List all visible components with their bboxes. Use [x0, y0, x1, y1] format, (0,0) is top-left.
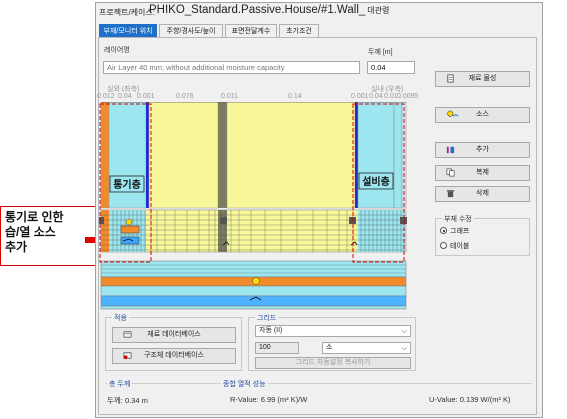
layer-board: [218, 102, 227, 208]
duplicate-button[interactable]: 복제: [435, 165, 530, 181]
thk-label: 0.14: [288, 93, 302, 100]
layer-air-gap-right: [357, 102, 395, 209]
tab-surface-coefficients[interactable]: 표면전달계수: [225, 24, 277, 37]
structure-database-label: 구조체 데이터베이스: [144, 352, 204, 359]
r-value: R-Value: 6.99 (m² K)/W: [230, 395, 308, 404]
layer-insulation-1: [148, 102, 219, 209]
left-zone-label: 통기층: [113, 178, 141, 191]
layer-name-label: 레이어명: [104, 47, 130, 54]
heat-source-marker: [120, 225, 140, 234]
grid-mesh: [99, 209, 407, 253]
thk-label: 0.076: [176, 93, 194, 100]
grid-mode-select[interactable]: 자동 (II) ⌵: [255, 325, 411, 337]
thk-label: 0.01: [384, 93, 398, 100]
annotation-callout: 통기로 인한 습/열 소스 추가: [0, 206, 97, 266]
grid-count-field[interactable]: 100: [255, 342, 299, 354]
thk-label: 0.001: [137, 93, 155, 100]
grid-group: 그리드 자동 (II) ⌵ 100 소 ⌵ 그리드 자동설정 복사하기: [248, 313, 416, 371]
total-thickness-title: 총 두께: [107, 379, 133, 389]
thickness-field[interactable]: 0.04: [367, 61, 415, 74]
tab-assembly-monitor[interactable]: 부재/모니터 위치: [99, 24, 157, 37]
thk-label: 0.04: [369, 93, 383, 100]
add-label: 추가: [476, 146, 489, 153]
total-thickness-value: 두께: 0.34 m: [107, 396, 148, 405]
apply-title: 적용: [112, 313, 129, 323]
source-bands: [100, 260, 407, 310]
grid-size-select[interactable]: 소 ⌵: [322, 342, 411, 354]
structure-database-button[interactable]: 구조체 데이터베이스: [112, 348, 236, 364]
document-icon: [447, 74, 454, 83]
layer-interior-board: [393, 102, 403, 209]
right-zone-label: 설비층: [362, 175, 390, 188]
chevron-down-icon: ⌵: [401, 328, 407, 335]
radio-selected-icon: [440, 227, 447, 234]
radio-unselected-icon: [440, 242, 447, 249]
thk-label: 0.001: [351, 93, 369, 100]
thk-label: 0.011: [221, 93, 238, 100]
material-database-button[interactable]: 재료 데이터베이스: [112, 327, 236, 343]
source-button[interactable]: 소스: [435, 107, 530, 123]
lightbulb-icon: [252, 277, 260, 285]
u-value: U-Value: 0.139 W/(m² K): [429, 395, 511, 404]
copy-icon: [446, 168, 455, 177]
wall-layers: [100, 102, 407, 209]
annotation-line-3: 추가: [5, 240, 28, 254]
layer-name-field[interactable]: Air Layer 40 mm; without additional mois…: [103, 61, 360, 74]
monitor-icon: [220, 217, 227, 224]
component-edit-group: 부재 수정 그래프 테이블: [435, 214, 530, 256]
apply-group: 적용 재료 데이터베이스 구조체 데이터베이스: [105, 313, 242, 371]
radio-graph-label: 그래프: [450, 228, 470, 235]
thickness-label: 두께 [m]: [368, 49, 393, 56]
annotation-line-1: 통기로 인한: [5, 210, 64, 224]
structure-icon: [123, 352, 132, 360]
thermal-performance-title: 종합 열적 성능: [221, 379, 268, 389]
trash-icon: [446, 190, 455, 198]
source-icon: [447, 110, 459, 117]
layer-exterior-board: [100, 102, 110, 209]
radio-graph[interactable]: 그래프: [440, 226, 469, 236]
grid-title: 그리드: [255, 313, 279, 323]
delete-label: 삭제: [476, 190, 489, 197]
window-title: PHIKO_Standard.Passive.House/#1.Wall_ 대관령: [149, 4, 389, 16]
database-icon: [123, 331, 132, 338]
layer-membrane-left: [146, 102, 149, 208]
grid-size-value: 소: [326, 344, 333, 351]
tab-initial-conditions[interactable]: 초기조건: [279, 24, 319, 37]
copy-grid-settings-button[interactable]: 그리드 자동설정 복사하기: [255, 357, 411, 369]
grid-mode-value: 자동 (II): [259, 327, 283, 334]
radio-table-label: 테이블: [450, 243, 470, 250]
tab-orientation[interactable]: 주향/경사도/높이: [159, 24, 223, 37]
title-prefix: 프로젝트/케이스:: [99, 8, 155, 17]
chevron-down-icon: ⌵: [401, 345, 407, 352]
assembly-window: 프로젝트/케이스: PHIKO_Standard.Passive.House/#…: [95, 2, 543, 418]
lightbulb-icon: [125, 218, 133, 226]
title-suffix: 대관령: [367, 6, 390, 15]
material-properties-button[interactable]: 재료 물성: [435, 71, 530, 87]
radio-table[interactable]: 테이블: [440, 241, 469, 251]
component-edit-title: 부재 수정: [442, 214, 474, 224]
add-layer-icon: [446, 146, 455, 154]
annotation-text: 통기로 인한 습/열 소스 추가: [5, 210, 64, 255]
thk-label: 0.0095: [397, 93, 419, 100]
tab-panel: 레이어명 Air Layer 40 mm; without additional…: [97, 37, 537, 415]
title-name: PHIKO_Standard.Passive.House/#1.Wall_: [149, 4, 366, 16]
thk-label: 0.04: [118, 93, 132, 100]
material-database-label: 재료 데이터베이스: [147, 331, 201, 338]
source-label: 소스: [476, 111, 489, 118]
duplicate-label: 복제: [476, 169, 489, 176]
annotation-line-2: 습/열 소스: [5, 225, 56, 239]
assembly-diagram[interactable]: 통기층 설비층: [99, 102, 424, 324]
layer-insulation-2: [226, 102, 356, 209]
material-properties-label: 재료 물성: [468, 75, 497, 82]
add-button[interactable]: 추가: [435, 142, 530, 158]
delete-button[interactable]: 삭제: [435, 186, 530, 202]
layer-membrane-right: [355, 102, 358, 208]
thk-label: 0.012: [97, 93, 115, 100]
title-bar: 프로젝트/케이스: PHIKO_Standard.Passive.House/#…: [96, 3, 542, 21]
divider: [105, 383, 532, 384]
